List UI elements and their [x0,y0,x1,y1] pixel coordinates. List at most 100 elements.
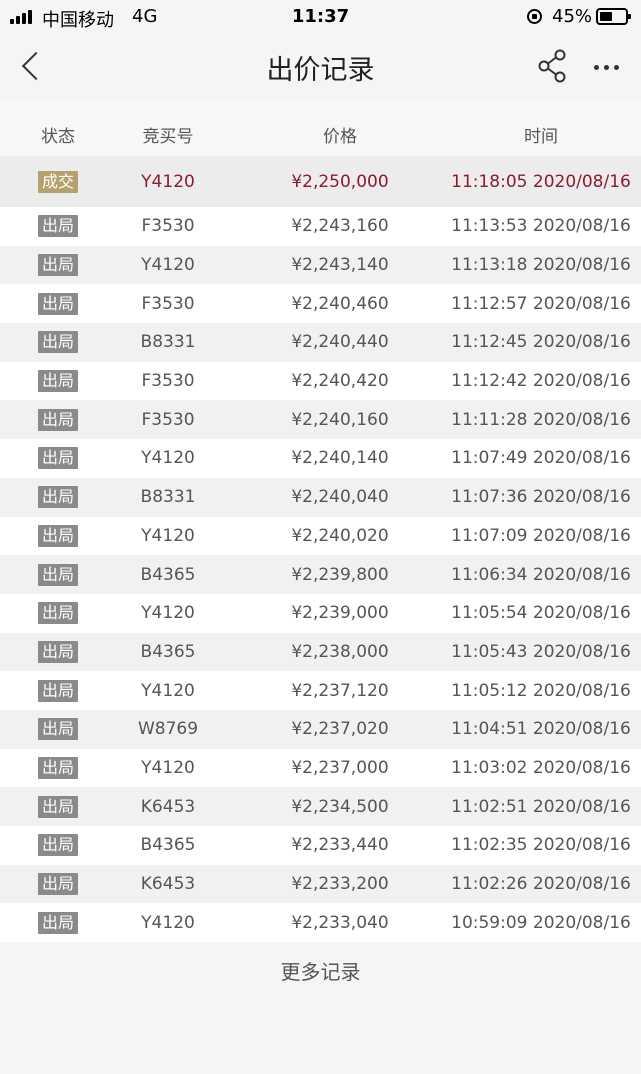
status-badge: 出局 [37,370,79,393]
table-row: 出局 F3530 ¥2,240,420 11:12:42 2020/08/16 [0,361,641,401]
bidder-number: F3530 [141,409,195,430]
table-row: 出局 F3530 ¥2,243,160 11:13:53 2020/08/16 [0,207,641,246]
status-cell: 出局 [37,756,79,779]
table-row: 出局 B8331 ¥2,240,440 11:12:45 2020/08/16 [0,323,641,362]
bid-time: 11:05:43 2020/08/16 [451,641,631,662]
bid-price: ¥2,240,460 [291,293,389,314]
status-cell: 出局 [37,563,79,586]
bid-time: 11:12:45 2020/08/16 [451,332,631,353]
more-dot-icon [594,65,599,70]
more-dot-icon [604,65,609,70]
bid-price: ¥2,233,200 [291,874,389,895]
status-cell: 出局 [37,215,79,238]
bidder-number: Y4120 [141,757,195,778]
share-icon [538,49,566,83]
status-badge: 出局 [37,911,79,934]
status-cell: 出局 [37,408,79,431]
bid-price: ¥2,240,440 [291,332,389,353]
bid-time: 11:13:53 2020/08/16 [451,216,631,237]
bid-price: ¥2,240,140 [291,448,389,469]
status-cell: 出局 [37,718,79,741]
status-badge: 出局 [37,795,79,818]
bid-time: 11:06:34 2020/08/16 [451,564,631,585]
status-cell: 出局 [37,447,79,470]
bid-price: ¥2,234,500 [291,796,389,817]
status-badge: 出局 [37,254,79,277]
bid-price: ¥2,240,040 [291,487,389,508]
status-cell: 出局 [37,292,79,315]
table-row: 出局 K6453 ¥2,234,500 11:02:51 2020/08/16 [0,787,641,826]
status-cell: 出局 [37,331,79,354]
status-cell: 出局 [37,602,79,625]
status-cell: 出局 [37,254,79,277]
bid-time: 11:13:18 2020/08/16 [451,255,631,276]
bid-time: 11:02:35 2020/08/16 [451,835,631,856]
bidder-number: Y4120 [141,448,195,469]
status-badge: 出局 [37,640,79,663]
status-badge: 成交 [37,170,79,193]
table-row: 出局 Y4120 ¥2,240,020 11:07:09 2020/08/16 [0,516,641,556]
bid-price: ¥2,233,440 [291,835,389,856]
status-badge: 出局 [37,486,79,509]
status-badge: 出局 [37,524,79,547]
bid-time: 11:02:51 2020/08/16 [451,796,631,817]
bid-price: ¥2,237,000 [291,757,389,778]
bid-price: ¥2,239,000 [291,603,389,624]
status-cell: 出局 [37,834,79,857]
battery-percentage: 45% [552,6,593,27]
bidder-number: Y4120 [141,680,195,701]
status-time: 11:37 [291,6,350,27]
status-badge: 出局 [37,873,79,896]
status-cell: 出局 [37,873,79,896]
status-badge: 出局 [37,215,79,238]
bid-price: ¥2,243,140 [291,255,389,276]
header-price: 价格 [323,127,357,147]
status-cell: 出局 [37,640,79,663]
status-badge: 出局 [37,447,79,470]
bid-time: 11:02:26 2020/08/16 [451,874,631,895]
status-badge: 出局 [37,679,79,702]
bid-price: ¥2,237,120 [291,680,389,701]
share-button[interactable] [536,48,570,84]
bidder-number: Y4120 [141,603,195,624]
table-row: 出局 Y4120 ¥2,237,120 11:05:12 2020/08/16 [0,671,641,710]
status-badge: 出局 [37,408,79,431]
bidder-number: B8331 [140,332,196,353]
table-row: 出局 K6453 ¥2,233,200 11:02:26 2020/08/16 [0,864,641,904]
table-row: 出局 Y4120 ¥2,233,040 10:59:09 2020/08/16 [0,903,641,943]
status-cell: 出局 [37,370,79,393]
table-row: 出局 B4365 ¥2,238,000 11:05:43 2020/08/16 [0,632,641,672]
bid-time: 11:18:05 2020/08/16 [451,171,631,192]
table-row: 出局 B4365 ¥2,233,440 11:02:35 2020/08/16 [0,826,641,865]
bid-price: ¥2,233,040 [291,912,389,933]
bidder-number: Y4120 [141,525,195,546]
table-row: 出局 F3530 ¥2,240,460 11:12:57 2020/08/16 [0,284,641,324]
status-badge: 出局 [37,602,79,625]
bid-time: 11:12:42 2020/08/16 [451,371,631,392]
battery-icon [596,8,631,25]
bid-price: ¥2,240,420 [291,371,389,392]
bid-price: ¥2,243,160 [291,216,389,237]
status-bar: 中国移动 4G 11:37 45% [0,0,641,34]
nav-bar: 出价记录 [0,34,641,100]
bidder-number: B4365 [140,564,196,585]
bid-price: ¥2,239,800 [291,564,389,585]
bid-time: 11:07:36 2020/08/16 [451,487,631,508]
table-row: 出局 F3530 ¥2,240,160 11:11:28 2020/08/16 [0,400,641,440]
bid-time: 11:12:57 2020/08/16 [451,293,631,314]
status-cell: 出局 [37,486,79,509]
more-records-button[interactable]: 更多记录 [0,956,641,985]
bid-price: ¥2,237,020 [291,719,389,740]
status-cell: 出局 [37,795,79,818]
bidder-number: B4365 [140,835,196,856]
table-row: 出局 Y4120 ¥2,243,140 11:13:18 2020/08/16 [0,245,641,285]
status-badge: 出局 [37,756,79,779]
back-button[interactable] [16,48,48,84]
more-button[interactable] [590,48,624,84]
bid-time: 10:59:09 2020/08/16 [451,912,631,933]
bidder-number: Y4120 [141,255,195,276]
bidder-number: B8331 [140,487,196,508]
table-row: 出局 Y4120 ¥2,239,000 11:05:54 2020/08/16 [0,593,641,633]
bid-record-table: 状态 竞买号 价格 时间 成交 Y4120 ¥2,250,000 11:18:05 2… [0,100,641,943]
table-row: 出局 Y4120 ¥2,237,000 11:03:02 2020/08/16 [0,748,641,788]
